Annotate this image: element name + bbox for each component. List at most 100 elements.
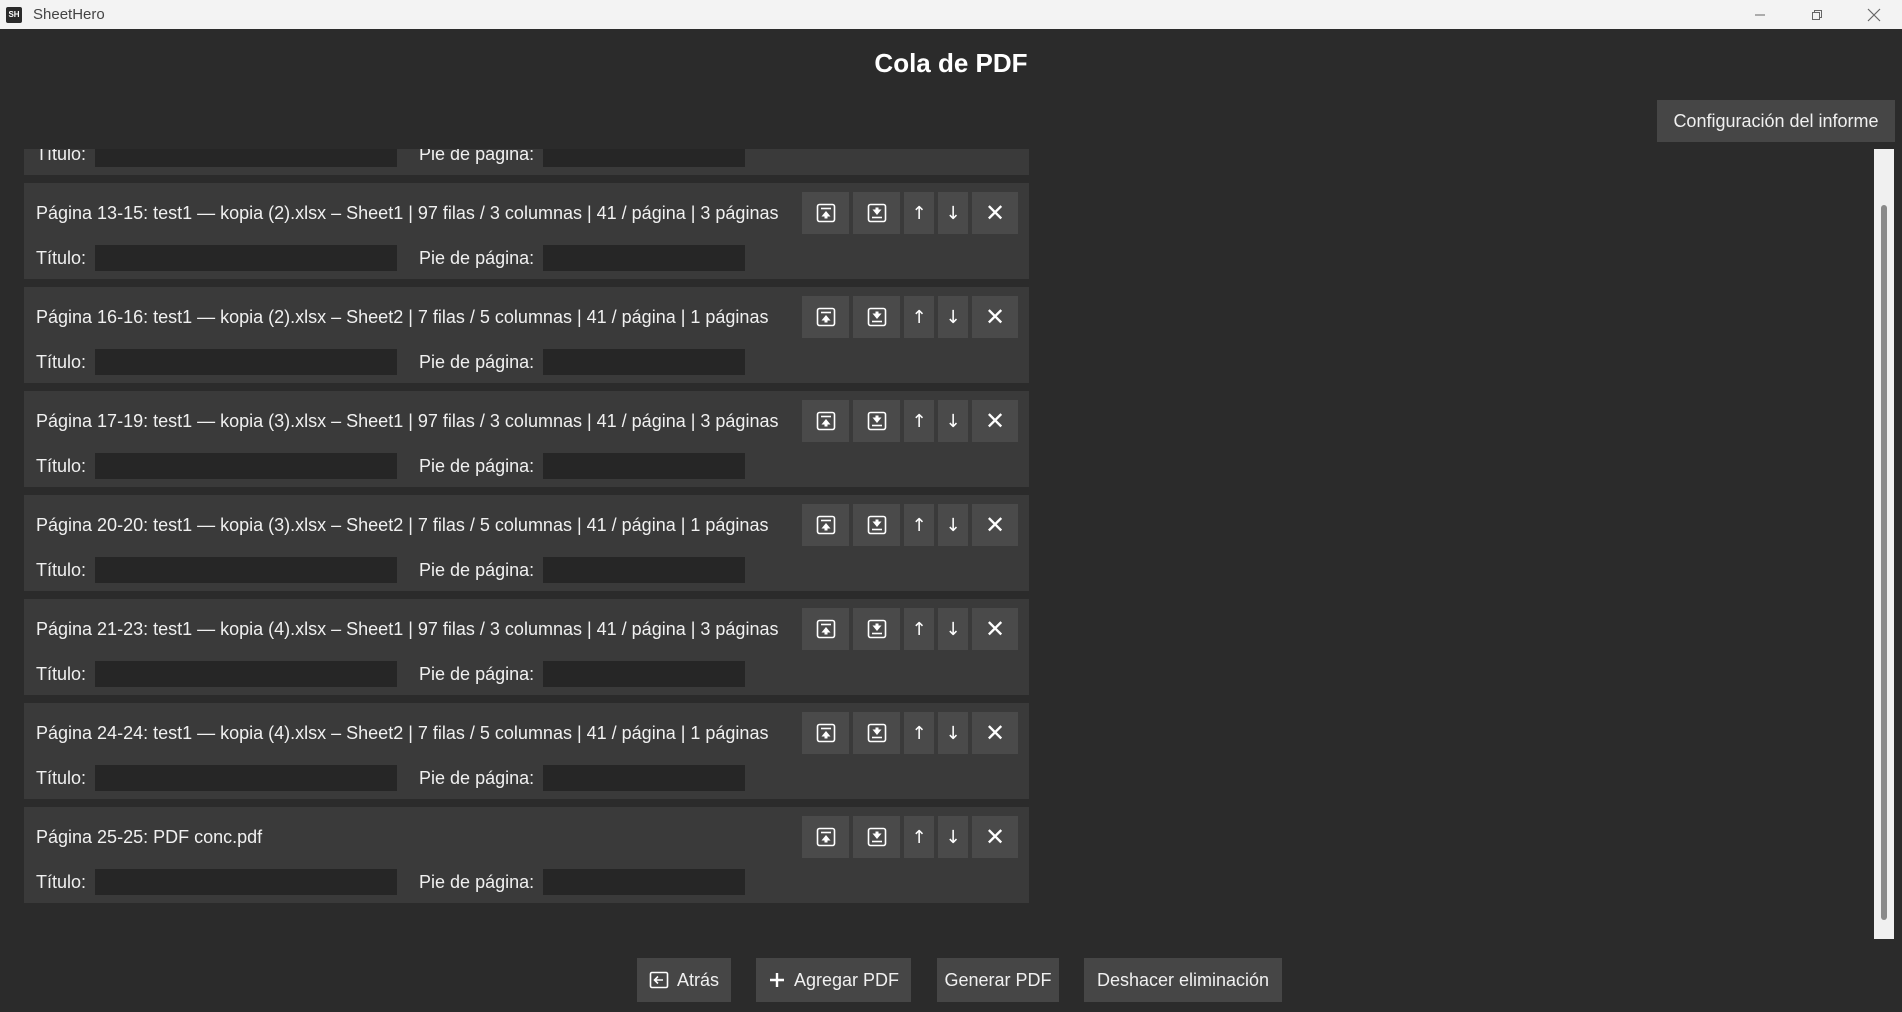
move-to-bottom-button[interactable] [853, 504, 900, 546]
title-label: Título: [36, 149, 87, 164]
queue-item: Página 13-15: test1 — kopia (2).xlsx – S… [24, 183, 1029, 279]
move-to-bottom-button[interactable] [853, 296, 900, 338]
remove-item-button[interactable]: ✕ [972, 712, 1018, 754]
footer-input[interactable] [543, 661, 746, 687]
title-input[interactable] [95, 149, 398, 167]
move-to-top-button[interactable] [802, 608, 849, 650]
arrow-down-icon: ↓ [945, 306, 961, 328]
move-to-bottom-icon [867, 307, 886, 327]
remove-item-button[interactable]: ✕ [972, 816, 1018, 858]
app-icon: SH [6, 6, 22, 23]
remove-item-button[interactable]: ✕ [972, 608, 1018, 650]
move-to-top-button[interactable] [802, 816, 849, 858]
footer-input[interactable] [543, 869, 746, 895]
queue-item-controls: ↑ ↓ ✕ [802, 504, 1018, 546]
add-pdf-button[interactable]: Agregar PDF [756, 958, 911, 1002]
move-to-top-button[interactable] [802, 504, 849, 546]
footer-input[interactable] [543, 557, 746, 583]
queue-item-fields: Título: Pie de página: [36, 245, 746, 271]
title-input[interactable] [95, 661, 398, 687]
add-pdf-button-label: Agregar PDF [793, 969, 900, 990]
queue-item: Página 20-20: test1 — kopia (3).xlsx – S… [24, 495, 1029, 591]
move-to-bottom-button[interactable] [853, 192, 900, 234]
queue-item-description: Página 13-15: test1 — kopia (2).xlsx – S… [36, 203, 779, 223]
footer-input[interactable] [543, 245, 746, 271]
move-up-button[interactable]: ↑ [904, 296, 934, 338]
arrow-down-icon: ↓ [945, 410, 961, 432]
move-to-bottom-button[interactable] [853, 712, 900, 754]
footer-label: Pie de página: [419, 455, 535, 476]
footer-label: Pie de página: [419, 871, 535, 892]
arrow-up-icon: ↑ [911, 618, 927, 640]
move-down-button[interactable]: ↓ [938, 400, 968, 442]
back-button-label: Atrás [676, 969, 719, 990]
move-up-button[interactable]: ↑ [904, 816, 934, 858]
restore-icon [1811, 9, 1822, 20]
move-to-bottom-icon [867, 515, 886, 535]
queue-item: Página 24-24: test1 — kopia (4).xlsx – S… [24, 703, 1029, 799]
move-to-top-button[interactable] [802, 712, 849, 754]
move-up-button[interactable]: ↑ [904, 192, 934, 234]
move-down-button[interactable]: ↓ [938, 712, 968, 754]
footer-label: Pie de página: [419, 149, 535, 164]
title-input[interactable] [95, 557, 398, 583]
move-to-bottom-button[interactable] [853, 816, 900, 858]
move-to-top-button[interactable] [802, 296, 849, 338]
generate-pdf-button[interactable]: Generar PDF [937, 958, 1059, 1002]
plus-icon [769, 973, 784, 987]
undo-delete-button[interactable]: Deshacer eliminación [1084, 958, 1282, 1002]
queue-item-controls: ↑ ↓ ✕ [802, 816, 1018, 858]
queue-item-controls: ↑ ↓ ✕ [802, 712, 1018, 754]
window-controls [1731, 0, 1902, 29]
move-down-button[interactable]: ↓ [938, 192, 968, 234]
delete-icon: ✕ [984, 407, 1006, 435]
move-to-bottom-button[interactable] [853, 400, 900, 442]
arrow-up-icon: ↑ [911, 410, 927, 432]
footer-input[interactable] [543, 453, 746, 479]
report-config-button[interactable]: Configuración del informe [1657, 100, 1895, 142]
move-down-button[interactable]: ↓ [938, 296, 968, 338]
queue-scroll-area[interactable]: Página 9-11: test1 — kopia.xlsx – Sheet1… [24, 149, 1879, 939]
back-button[interactable]: Atrás [637, 958, 731, 1002]
remove-item-button[interactable]: ✕ [972, 504, 1018, 546]
close-window-button[interactable] [1845, 0, 1902, 29]
move-to-top-button[interactable] [802, 400, 849, 442]
minimize-button[interactable] [1731, 0, 1788, 29]
window-titlebar: SH SheetHero [0, 0, 1902, 29]
footer-input[interactable] [543, 149, 746, 167]
move-to-bottom-icon [867, 619, 886, 639]
queue-item: Página 21-23: test1 — kopia (4).xlsx – S… [24, 599, 1029, 695]
remove-item-button[interactable]: ✕ [972, 192, 1018, 234]
queue-item-fields: Título: Pie de página: [36, 661, 746, 687]
move-up-button[interactable]: ↑ [904, 400, 934, 442]
remove-item-button[interactable]: ✕ [972, 296, 1018, 338]
move-to-bottom-icon [867, 723, 886, 743]
move-down-button[interactable]: ↓ [938, 608, 968, 650]
delete-icon: ✕ [984, 615, 1006, 643]
footer-input[interactable] [543, 349, 746, 375]
footer-input[interactable] [543, 765, 746, 791]
footer-label: Pie de página: [419, 351, 535, 372]
scrollbar-thumb[interactable] [1881, 205, 1887, 920]
title-input[interactable] [95, 349, 398, 375]
arrow-down-icon: ↓ [945, 618, 961, 640]
queue-item-fields: Título: Pie de página: [36, 453, 746, 479]
move-to-top-button[interactable] [802, 192, 849, 234]
title-input[interactable] [95, 245, 398, 271]
move-up-button[interactable]: ↑ [904, 504, 934, 546]
move-down-button[interactable]: ↓ [938, 504, 968, 546]
move-to-bottom-button[interactable] [853, 608, 900, 650]
move-up-button[interactable]: ↑ [904, 712, 934, 754]
delete-icon: ✕ [984, 303, 1006, 331]
remove-item-button[interactable]: ✕ [972, 400, 1018, 442]
title-input[interactable] [95, 453, 398, 479]
queue-item-description: Página 16-16: test1 — kopia (2).xlsx – S… [36, 307, 769, 327]
move-up-button[interactable]: ↑ [904, 608, 934, 650]
queue-item-fields: Título: Pie de página: [36, 557, 746, 583]
move-down-button[interactable]: ↓ [938, 816, 968, 858]
restore-button[interactable] [1788, 0, 1845, 29]
title-input[interactable] [95, 765, 398, 791]
back-arrow-icon [649, 971, 669, 989]
title-input[interactable] [95, 869, 398, 895]
arrow-up-icon: ↑ [911, 514, 927, 536]
